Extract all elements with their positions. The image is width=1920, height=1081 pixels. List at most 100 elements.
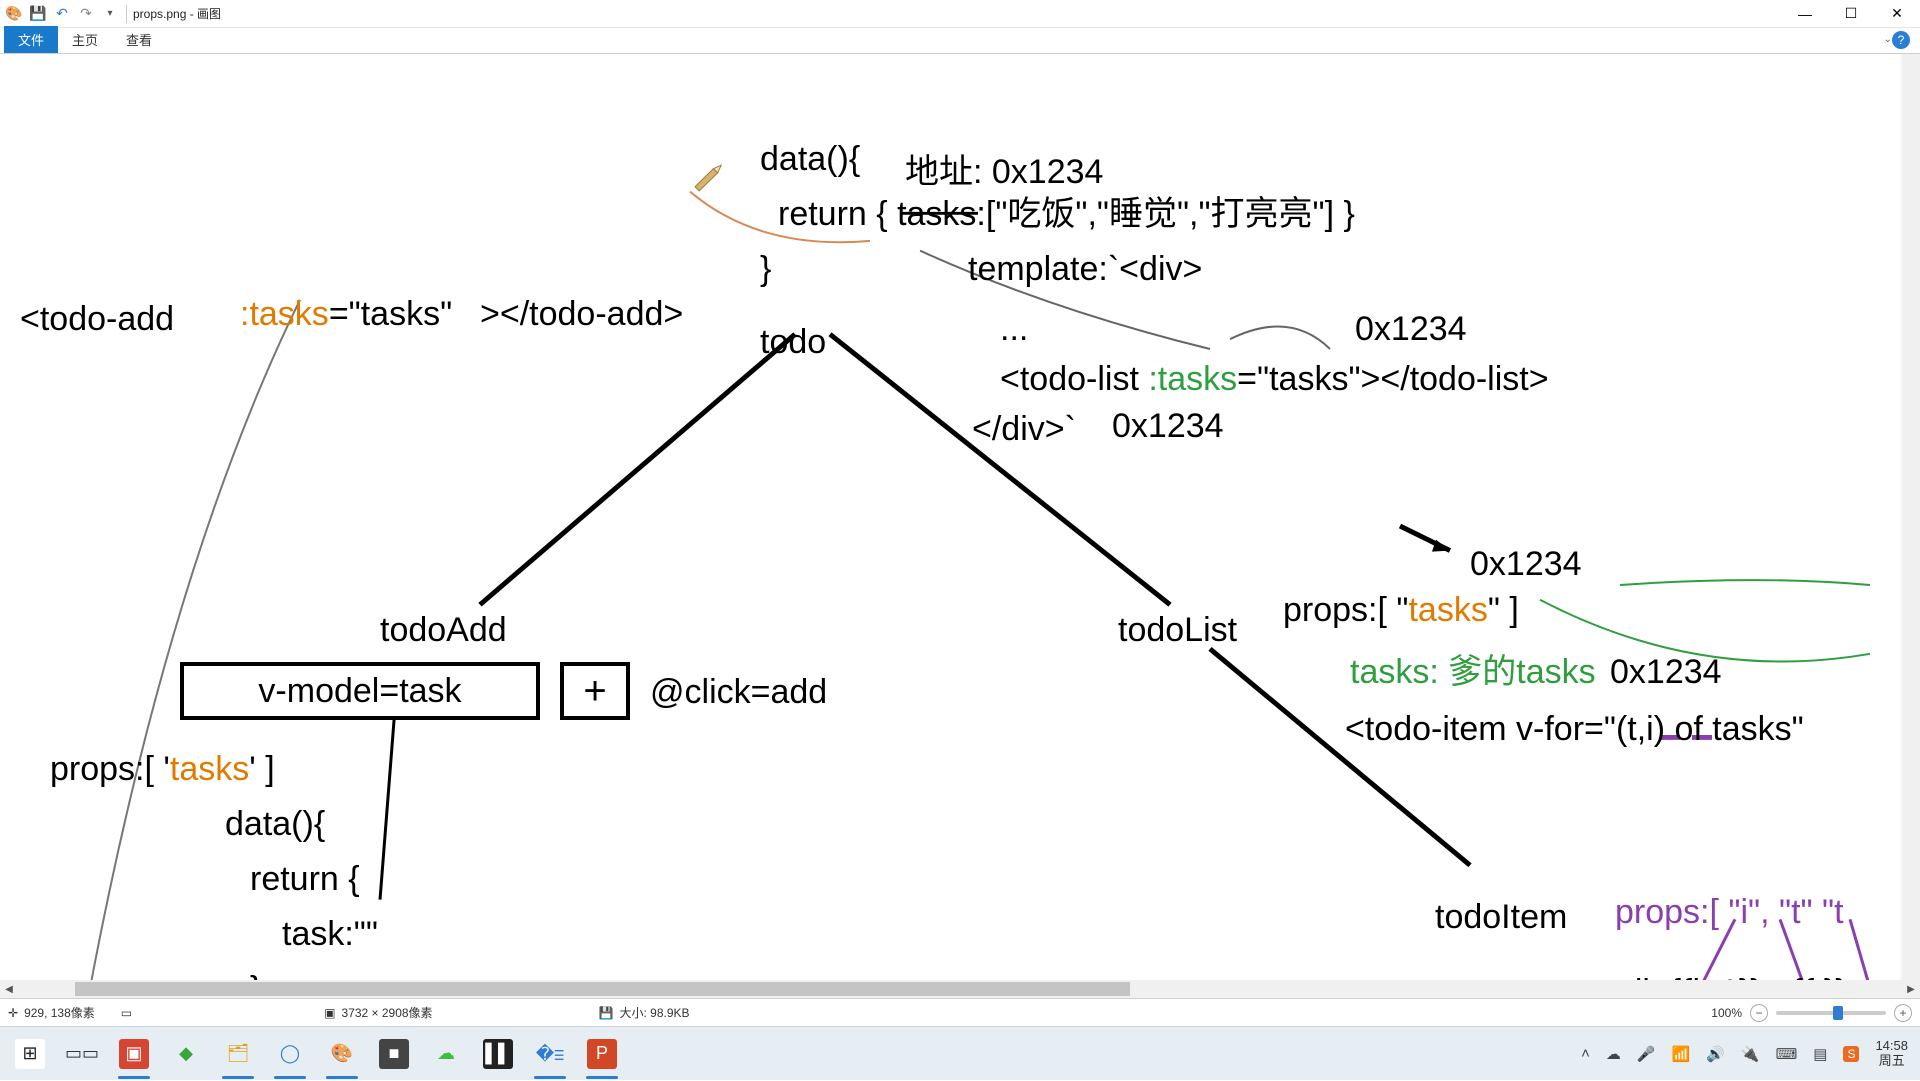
tray-power-icon[interactable]: 🔌 (1741, 1045, 1760, 1063)
code-todo-item-vfor-c: of tasks" (1665, 710, 1804, 748)
taskbar-app-terminal-icon: ▌▌ (483, 1039, 513, 1069)
code-todo-add-eq: ="tasks" (329, 295, 452, 333)
dimensions-icon: ▣ (324, 1006, 335, 1020)
taskbar-app-mspaint[interactable]: 🎨 (316, 1027, 368, 1081)
taskbar-app-start-icon: ⊞ (15, 1039, 45, 1069)
code-todo-list-tag: <todo-list :tasks="tasks"></todo-list> (1000, 359, 1549, 400)
tab-home[interactable]: 主页 (58, 26, 112, 53)
tray-ime-icon[interactable]: ⌨ (1776, 1045, 1798, 1063)
zoom-percent-label: 100% (1711, 1006, 1742, 1020)
status-bar: ✛ 929, 138像素 ▭ ▣ 3732 × 2908像素 💾 大小: 98.… (0, 998, 1920, 1026)
canvas-viewport[interactable]: data(){ 地址: 0x1234 return { tasks:["吃饭",… (0, 54, 1920, 998)
taskbar-app-chrome[interactable]: ◯ (264, 1027, 316, 1081)
status-image-size-text: 3732 × 2908像素 (341, 1004, 432, 1021)
save-button[interactable]: 💾 (28, 4, 48, 24)
taskbar-app-powerpoint[interactable]: P (576, 1027, 628, 1081)
code-todoitem-props-open: props:[ " (1615, 893, 1740, 931)
code-tasks-parent: tasks: 爹的tasks (1350, 652, 1596, 693)
taskbar-app-powerpoint-icon: P (587, 1039, 617, 1069)
disk-icon: 💾 (599, 1006, 614, 1020)
tab-view[interactable]: 查看 (112, 26, 166, 53)
code-template-ellipsis: ... (1000, 309, 1028, 350)
code-todolist-props-open: props:[ " (1283, 591, 1408, 629)
hscroll-right-arrow[interactable]: ▶ (1902, 980, 1920, 998)
tray-cloud-icon[interactable]: ☁ (1606, 1045, 1621, 1063)
code-data-fn-addr: 地址: 0x1234 (905, 152, 1103, 193)
code-tasks-parent-text: tasks: 爹的tasks (1350, 653, 1596, 691)
code-data-fn-return: return { tasks:["吃饭","睡觉","打亮亮"] } (778, 194, 1355, 235)
help-button[interactable]: ? (1892, 31, 1910, 49)
code-todo-add-open: <todo-add (20, 300, 174, 338)
windows-taskbar: ⊞▭▭▣◆🗂◯🎨■☁▌▌�ⲷP ˄ ☁ 🎤 📶 🔊 🔌 ⌨ ▤ S 14:58 … (0, 1026, 1920, 1080)
zoom-out-button[interactable]: − (1750, 1004, 1768, 1022)
code-todo-list-eq: ="tasks" (1237, 360, 1360, 398)
redo-button[interactable]: ↷ (76, 4, 96, 24)
code-todo-item-vfor: <todo-item v-for="(t,i) of tasks" (1345, 709, 1804, 750)
painting-canvas[interactable]: data(){ 地址: 0x1234 return { tasks:["吃饭",… (0, 54, 1900, 998)
code-template-open: template:`<div> (968, 249, 1202, 290)
code-todoitem-props-mid: ", " (1748, 893, 1791, 931)
taskbar-app-terminal[interactable]: ▌▌ (472, 1027, 524, 1081)
document-title: props.png - 画图 (133, 5, 221, 22)
code-add-data-open: data(){ (225, 804, 325, 845)
code-todolist-props-name: tasks (1408, 591, 1487, 629)
ribbon-collapse-button[interactable]: ⌄ (1884, 34, 1892, 45)
code-todo-list-attr: :tasks (1148, 360, 1237, 398)
hscroll-track[interactable] (18, 980, 1902, 998)
code-todolist-props-close: " ] (1488, 591, 1519, 629)
status-cursor-pos: ✛ 929, 138像素 (8, 1004, 95, 1021)
close-button[interactable]: ✕ (1874, 0, 1920, 28)
taskbar-app-start[interactable]: ⊞ (4, 1027, 56, 1081)
qat-dropdown[interactable]: ▾ (100, 4, 120, 24)
horizontal-scrollbar[interactable]: ◀ ▶ (0, 980, 1920, 998)
quick-access-toolbar: 🎨 💾 ↶ ↷ ▾ (4, 4, 120, 24)
tray-notify-icon[interactable]: ▤ (1813, 1045, 1827, 1063)
hscroll-left-arrow[interactable]: ◀ (0, 980, 18, 998)
status-cursor-pos-text: 929, 138像素 (24, 1004, 95, 1021)
taskbar-app-wechat[interactable]: ☁ (420, 1027, 472, 1081)
code-todolist-props: props:[ "tasks" ] (1283, 590, 1519, 631)
taskbar-clock-time: 14:58 (1875, 1039, 1908, 1054)
code-template-close: </div>` (972, 409, 1076, 450)
code-todolist-addr: 0x1234 (1470, 544, 1582, 585)
zoom-slider[interactable] (1776, 1011, 1886, 1015)
app-icon: 🎨 (4, 4, 24, 24)
hscroll-thumb[interactable] (75, 982, 1130, 996)
code-todoitem-props: props:[ "i", "t" "t (1615, 892, 1844, 933)
code-todo-item-vfor-b: (t,i) (1616, 710, 1665, 748)
tray-sogou-icon[interactable]: S (1843, 1046, 1859, 1062)
taskbar-app-camtasia[interactable]: ▣ (108, 1027, 160, 1081)
tab-file[interactable]: 文件 (4, 26, 58, 53)
code-add-props: props:[ 'tasks' ] (50, 749, 275, 790)
system-tray: ˄ ☁ 🎤 📶 🔊 🔌 ⌨ ▤ S 14:58 周五 (1581, 1039, 1916, 1069)
taskbar-clock[interactable]: 14:58 周五 (1875, 1039, 1908, 1069)
tray-wifi-icon[interactable]: 📶 (1672, 1045, 1691, 1063)
node-todo: todo (760, 322, 826, 363)
undo-button[interactable]: ↶ (52, 4, 72, 24)
maximize-button[interactable]: ☐ (1828, 0, 1874, 28)
zoom-in-button[interactable]: + (1894, 1004, 1912, 1022)
code-todo-addr-right: 0x1234 (1355, 309, 1467, 350)
taskbar-app-taskview[interactable]: ▭▭ (56, 1027, 108, 1081)
tray-mic-icon[interactable]: 🎤 (1637, 1045, 1656, 1063)
title-bar: 🎨 💾 ↶ ↷ ▾ props.png - 画图 — ☐ ✕ (0, 0, 1920, 28)
taskbar-app-nodejs[interactable]: ◆ (160, 1027, 212, 1081)
taskbar-app-files[interactable]: ■ (368, 1027, 420, 1081)
zoom-slider-knob[interactable] (1833, 1006, 1843, 1020)
vertical-scrollbar[interactable] (1902, 54, 1920, 980)
taskbar-app-explorer[interactable]: 🗂 (212, 1027, 264, 1081)
code-add-props-close: ' ] (249, 750, 274, 788)
code-todo-list-open: <todo-list (1000, 360, 1148, 398)
zoom-controls: 100% − + (1711, 1004, 1912, 1022)
taskbar-app-explorer-icon: 🗂 (223, 1039, 253, 1069)
taskbar-app-vscode[interactable]: �ⲷ (524, 1027, 576, 1081)
taskbar-app-mspaint-icon: 🎨 (327, 1039, 357, 1069)
tray-overflow-icon[interactable]: ˄ (1581, 1045, 1590, 1062)
node-todo-item: todoItem (1435, 897, 1567, 938)
mock-button-plus: + (560, 662, 630, 720)
taskbar-app-camtasia-icon: ▣ (119, 1039, 149, 1069)
code-todo-add-attr: :tasks (240, 295, 329, 333)
mock-input-vmodel: v-model=task (180, 662, 540, 720)
tray-volume-icon[interactable]: 🔊 (1706, 1045, 1725, 1063)
minimize-button[interactable]: — (1782, 0, 1828, 28)
